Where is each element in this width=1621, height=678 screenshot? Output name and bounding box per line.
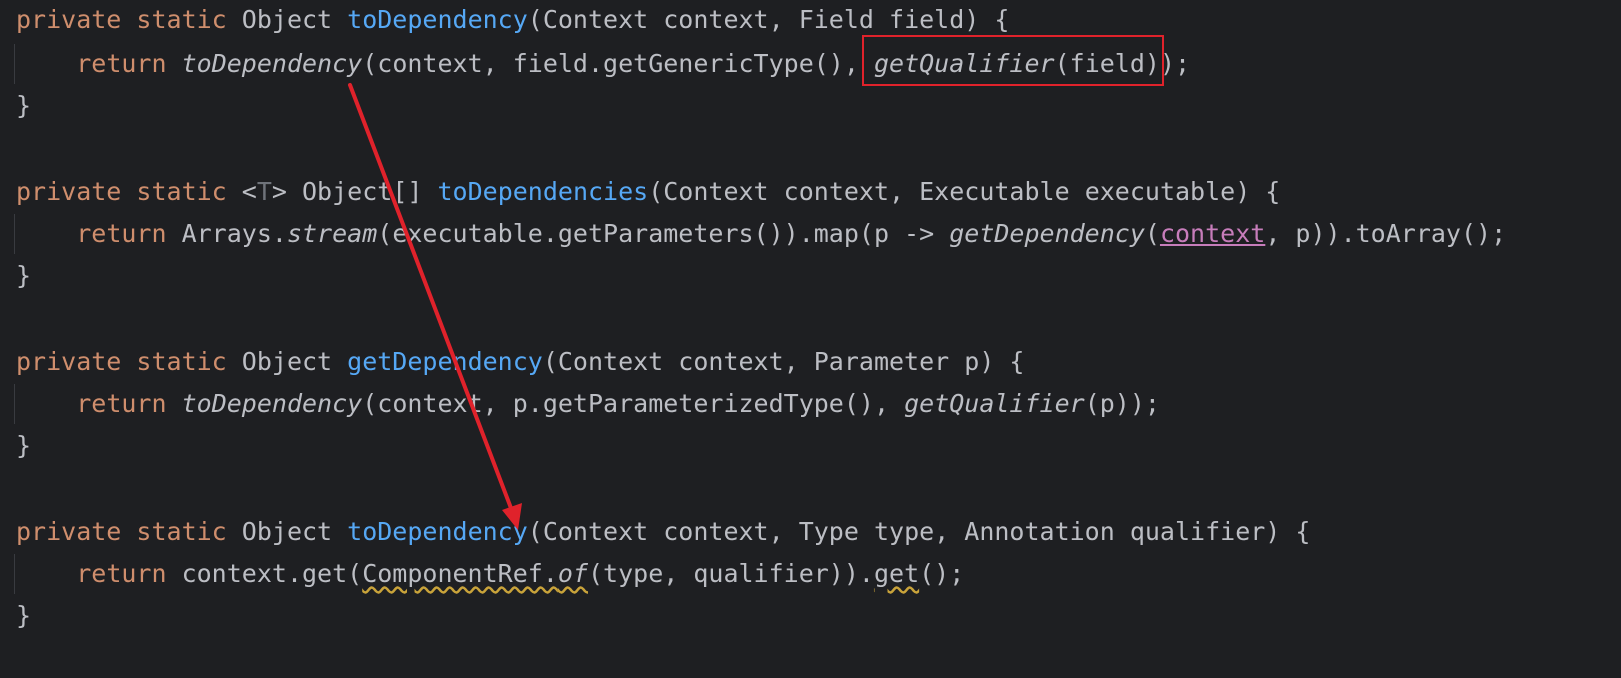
- code-token: stream: [286, 219, 378, 248]
- code-line[interactable]: private static Object toDependency(Conte…: [16, 0, 1009, 40]
- code-line[interactable]: }: [16, 596, 31, 636]
- code-token: toDependency: [181, 389, 363, 418]
- code-token: return: [76, 49, 167, 78]
- code-token: (Context context, Parameter p) {: [542, 347, 1025, 376]
- code-line[interactable]: return Arrays.stream(executable.getParam…: [16, 214, 1506, 254]
- code-token: (Context context, Field field) {: [527, 5, 1010, 34]
- code-token: ();: [919, 559, 965, 588]
- indent-guide: [14, 384, 15, 424]
- indent-guide: [14, 214, 15, 254]
- code-token: private: [16, 517, 122, 546]
- code-line[interactable]: private static Object toDependency(Conte…: [16, 512, 1310, 552]
- code-token: (executable.getParameters()).map(p ->: [377, 219, 950, 248]
- code-token: (p));: [1084, 389, 1160, 418]
- code-token: toDependencies: [437, 177, 649, 206]
- code-line[interactable]: }: [16, 426, 31, 466]
- code-token: getQualifier: [904, 389, 1085, 418]
- code-token: Object: [226, 5, 348, 34]
- code-token: private: [16, 347, 122, 376]
- code-token: return: [76, 559, 167, 588]
- code-token: getDependency: [949, 219, 1145, 248]
- code-token: toDependency: [181, 49, 363, 78]
- code-token: toDependency: [347, 517, 528, 546]
- code-token: static: [136, 177, 227, 206]
- code-token: getDependency: [347, 347, 543, 376]
- code-token: (: [1144, 219, 1160, 248]
- code-line[interactable]: }: [16, 256, 31, 296]
- code-token: }: [16, 91, 32, 120]
- code-token: context.get(: [166, 559, 363, 588]
- code-token: );: [1159, 49, 1191, 78]
- code-token: private: [16, 5, 122, 34]
- code-token: (context, field.getGenericType(),: [362, 49, 874, 78]
- code-line[interactable]: private static <T> Object[] toDependenci…: [16, 172, 1280, 212]
- code-token: static: [136, 517, 227, 546]
- code-line[interactable]: return context.get(ComponentRef.of(type,…: [16, 554, 964, 594]
- code-token: return: [76, 389, 167, 418]
- code-token: <: [226, 177, 257, 206]
- indent-guide: [14, 554, 15, 594]
- code-token: return: [76, 219, 167, 248]
- code-token: }: [16, 261, 32, 290]
- code-token: (type, qualifier)).: [587, 559, 874, 588]
- code-token: }: [16, 431, 32, 460]
- code-token: static: [136, 347, 227, 376]
- code-token: ComponentRef.: [362, 559, 558, 588]
- code-token: , p)).toArray();: [1265, 219, 1507, 248]
- code-token: get: [873, 559, 920, 588]
- code-token: }: [16, 601, 32, 630]
- code-line[interactable]: return toDependency(context, p.getParame…: [16, 384, 1160, 424]
- code-editor[interactable]: private static Object toDependency(Conte…: [0, 0, 1621, 678]
- code-token: static: [136, 5, 227, 34]
- code-token: toDependency: [347, 5, 528, 34]
- code-token: (Context context, Type type, Annotation …: [527, 517, 1311, 546]
- code-token: private: [16, 177, 122, 206]
- code-token: Arrays.: [166, 219, 287, 248]
- code-token: (context, p.getParameterizedType(),: [362, 389, 905, 418]
- code-line[interactable]: private static Object getDependency(Cont…: [16, 342, 1024, 382]
- indent-guide: [14, 44, 15, 84]
- code-token: Object: [226, 347, 348, 376]
- code-line[interactable]: }: [16, 86, 31, 126]
- code-token: context: [1159, 219, 1266, 248]
- code-token: T: [256, 177, 272, 206]
- code-token: (Context context, Executable executable)…: [648, 177, 1281, 206]
- code-token: of: [557, 559, 588, 588]
- code-token: Object: [226, 517, 348, 546]
- highlight-box: [861, 35, 1164, 86]
- code-token: > Object[]: [271, 177, 438, 206]
